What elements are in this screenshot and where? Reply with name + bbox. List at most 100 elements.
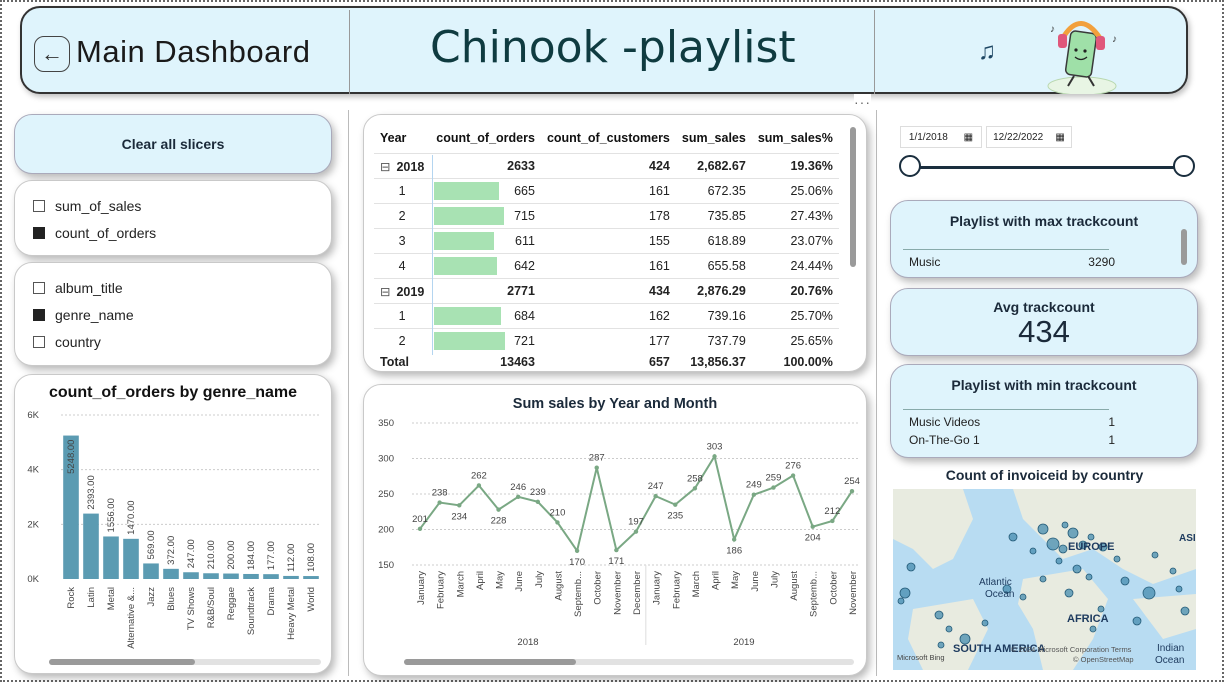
quarter-row[interactable]: 2 721 177 737.79 25.65% — [374, 328, 839, 353]
bar[interactable] — [83, 513, 99, 579]
column-header[interactable]: Year — [374, 123, 430, 154]
line-point[interactable] — [731, 537, 737, 542]
bar[interactable] — [243, 573, 259, 579]
year-row[interactable]: ⊟ 2018 2633 424 2,682.67 19.36% — [374, 153, 839, 179]
map-bubble[interactable] — [1008, 532, 1018, 542]
chart-scrollbar[interactable] — [404, 659, 576, 665]
map-bubble[interactable] — [1037, 523, 1049, 535]
line-point[interactable] — [594, 465, 599, 470]
map-bubble[interactable] — [1175, 585, 1183, 593]
map-bubble[interactable] — [937, 641, 945, 649]
column-header[interactable]: sum_sales% — [752, 123, 839, 154]
map-bubble[interactable] — [1046, 537, 1060, 551]
map-bubble[interactable] — [1072, 564, 1082, 574]
map-bubble[interactable] — [1087, 533, 1095, 541]
checkbox[interactable] — [33, 335, 45, 348]
collapse-icon[interactable]: ⊟ — [380, 160, 390, 174]
bar[interactable] — [203, 573, 219, 579]
map-bubble[interactable] — [1132, 616, 1142, 626]
map-bubble[interactable] — [1064, 588, 1074, 598]
bar[interactable] — [303, 576, 319, 579]
quarter-row[interactable]: 3 611 155 618.89 23.07% — [374, 228, 839, 254]
map-bubble[interactable] — [981, 619, 989, 627]
bar[interactable] — [263, 574, 279, 579]
map-bubble[interactable] — [906, 562, 916, 572]
column-header[interactable]: sum_sales — [676, 123, 752, 154]
slicer-option-country[interactable]: country — [33, 328, 331, 355]
slicer-option-album-title[interactable]: album_title — [33, 274, 331, 301]
map-bubble[interactable] — [1029, 547, 1037, 555]
collapse-icon[interactable]: ⊟ — [380, 285, 390, 299]
quarter-row[interactable]: 4 642 161 655.58 24.44% — [374, 253, 839, 279]
calendar-icon[interactable]: ▦ — [1055, 132, 1064, 143]
bar[interactable] — [183, 572, 199, 579]
bar[interactable] — [283, 575, 299, 579]
more-options-icon[interactable]: ··· — [854, 94, 871, 110]
quarter-row[interactable]: 1 665 161 672.35 25.06% — [374, 178, 839, 204]
map-bubble[interactable] — [1180, 606, 1190, 616]
column-header[interactable]: count_of_orders — [430, 123, 541, 154]
country-map[interactable]: EUROPE Atlantic Ocean AFRICA SOUTH AMERICA AS… — [893, 489, 1196, 670]
map-bubble[interactable] — [1039, 575, 1047, 583]
line-point[interactable] — [830, 518, 835, 524]
map-bubble[interactable] — [1085, 573, 1093, 581]
kpi-scrollbar[interactable] — [1181, 229, 1187, 265]
slicer-option-sum-of-sales[interactable]: sum_of_sales — [33, 192, 331, 219]
main-dashboard-title[interactable]: Main Dashboard — [76, 34, 310, 70]
line-point[interactable] — [437, 500, 442, 505]
line-point[interactable] — [535, 499, 541, 505]
bar[interactable] — [103, 536, 119, 579]
date-slider-end-handle[interactable] — [1173, 155, 1195, 177]
line-point[interactable] — [614, 547, 619, 553]
line-point[interactable] — [633, 529, 639, 534]
column-header[interactable]: count_of_customers — [541, 123, 676, 154]
line-point[interactable] — [457, 503, 462, 508]
line-point[interactable] — [515, 494, 521, 500]
slicer-option-genre-name[interactable]: genre_name — [33, 301, 331, 328]
bar[interactable] — [163, 568, 179, 579]
back-button[interactable]: ← — [34, 36, 70, 72]
end-date-input[interactable]: 12/22/2022 ▦ — [986, 126, 1072, 148]
map-bubble[interactable] — [1097, 605, 1105, 613]
line-point[interactable] — [574, 548, 580, 553]
line-point[interactable] — [496, 507, 501, 512]
bar[interactable] — [123, 538, 139, 579]
line-point[interactable] — [849, 488, 855, 494]
map-bubble[interactable] — [1113, 555, 1121, 563]
checkbox[interactable] — [33, 281, 45, 294]
line-point[interactable] — [692, 486, 698, 491]
map-bubble[interactable] — [1058, 544, 1068, 554]
chart-scrollbar[interactable] — [49, 659, 195, 665]
date-range-slider[interactable] — [910, 166, 1184, 169]
map-bubble[interactable] — [1067, 527, 1079, 539]
year-row[interactable]: ⊟ 2019 2771 434 2,876.29 20.76% — [374, 278, 839, 304]
bar[interactable] — [223, 573, 239, 579]
line-point[interactable] — [771, 485, 776, 490]
map-bubble[interactable] — [1089, 625, 1097, 633]
map-bubble[interactable] — [899, 587, 911, 599]
line-point[interactable] — [653, 493, 658, 499]
start-date-input[interactable]: 1/1/2018 ▦ — [900, 126, 982, 148]
slicer-option-count-of-orders[interactable]: count_of_orders — [33, 219, 331, 246]
checkbox[interactable] — [33, 308, 45, 321]
date-slider-start-handle[interactable] — [899, 155, 921, 177]
map-bubble[interactable] — [1055, 557, 1063, 565]
line-point[interactable] — [751, 492, 757, 497]
map-bubble[interactable] — [1061, 521, 1069, 529]
line-point[interactable] — [476, 483, 482, 488]
line-point[interactable] — [555, 520, 560, 525]
map-bubble[interactable] — [897, 597, 905, 605]
bar[interactable] — [143, 563, 159, 579]
calendar-icon[interactable]: ▦ — [964, 132, 973, 143]
line-point[interactable] — [417, 526, 423, 531]
clear-slicers-button[interactable]: Clear all slicers — [14, 114, 332, 174]
quarter-row[interactable]: 1 684 162 739.16 25.70% — [374, 303, 839, 329]
checkbox[interactable] — [33, 226, 45, 239]
map-bubble[interactable] — [1142, 586, 1156, 600]
line-point[interactable] — [810, 524, 815, 529]
line-point[interactable] — [790, 473, 796, 478]
checkbox[interactable] — [33, 199, 45, 212]
line-point[interactable] — [712, 454, 717, 459]
matrix-scrollbar[interactable] — [850, 127, 856, 267]
map-bubble[interactable] — [1120, 576, 1130, 586]
